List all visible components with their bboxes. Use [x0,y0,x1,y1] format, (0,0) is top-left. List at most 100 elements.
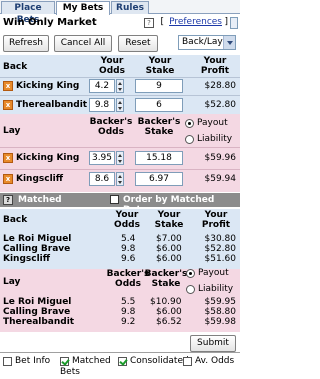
selection-name: Therealbandit [3,317,75,327]
stake-input[interactable]: 9 [135,79,183,93]
payout-radio-label: Payout [197,118,228,128]
lay-label: Lay [3,277,21,287]
market-title: Win Only Market [3,17,97,28]
selection-name: Calling Brave [3,307,71,317]
tab-rules[interactable]: Rules [111,1,149,14]
payout-radio-label: Payout [198,268,229,278]
payout-radio[interactable] [185,119,194,128]
reset-button[interactable]: Reset [118,35,158,52]
odds-stepper[interactable] [116,172,124,186]
stake-value: $6.00 [156,244,182,254]
selection-name: Calling Brave [3,244,71,254]
back-label: Back [3,62,28,72]
stake-input[interactable]: 6 [135,98,183,112]
stake-value: $6.52 [156,317,182,327]
col-your-profit: Your Profit [201,210,231,230]
col-your-odds: Your Odds [99,56,125,76]
stake-value: $6.00 [156,307,182,317]
profit-value: $59.95 [204,297,237,307]
order-by-matched-date-checkbox[interactable] [110,195,119,204]
odds-input[interactable]: 9.8 [89,98,115,112]
odds-value: 9.2 [121,317,136,327]
unmatched-lay-section: Lay Backer's Odds Backer's Stake Payout … [0,114,240,192]
bracket-open: [ [160,17,164,27]
selection-name: Kicking King [16,153,80,163]
stake-input[interactable]: 15.18 [135,151,183,165]
help-icon[interactable]: ? [144,18,154,28]
odds-input[interactable]: 4.2 [89,79,115,93]
col-backers-stake: Backer's Stake [144,269,188,289]
odds-stepper[interactable] [116,79,124,93]
scroll-up-arrow-icon[interactable] [230,17,238,29]
profit-value: $59.98 [204,317,237,327]
odds-value: 5.4 [121,234,136,244]
stake-input[interactable]: 6.97 [135,172,183,186]
back-label: Back [3,215,28,225]
odds-input[interactable]: 3.95 [89,151,115,165]
col-your-profit: Your Profit [200,56,230,76]
matched-bets-checkbox[interactable] [60,357,69,366]
odds-stepper[interactable] [116,151,124,165]
col-your-stake: Your Stake [154,210,184,230]
view-select-value: Back/Lay [182,37,223,47]
chevron-down-icon[interactable] [223,36,235,49]
profit-value: $30.80 [204,234,237,244]
profit-value: $58.80 [204,307,237,317]
tab-place-bets[interactable]: Place Bets [1,1,55,25]
matched-bets-label-2: Bets [60,367,80,377]
matched-label: Matched [18,195,62,205]
bracket-close: ] [224,17,228,27]
help-icon[interactable]: ? [3,195,13,205]
cancel-bet-icon[interactable]: x [3,153,13,163]
toolbar: Refresh Cancel All Reset Back/Lay [0,33,240,53]
cancel-bet-icon[interactable]: x [3,81,13,91]
profit-value: $51.60 [204,254,237,264]
consolidated-checkbox[interactable] [118,357,127,366]
av-odds-checkbox[interactable] [183,357,192,366]
selection-name: Le Roi Miguel [3,297,72,307]
bet-info-checkbox[interactable] [3,357,12,366]
selection-name: Le Roi Miguel [3,234,72,244]
odds-value: 9.6 [121,254,136,264]
tab-my-bets[interactable]: My Bets [56,1,110,15]
col-backers-stake: Backer's Stake [137,117,181,137]
cancel-bet-icon[interactable]: x [3,100,13,110]
market-header: Win Only Market ? [ Preferences ] [0,15,240,31]
selection-name: Therealbandit [16,100,88,110]
matched-lay-section: Lay Backer's Odds Backer's Stake Payout … [0,268,240,332]
consolidated-label: Consolidated [130,356,189,366]
refresh-button[interactable]: Refresh [3,35,49,52]
odds-stepper[interactable] [116,98,124,112]
profit-value: $28.80 [204,81,237,91]
profit-value: $59.94 [204,174,237,184]
payout-radio[interactable] [186,269,195,278]
liability-radio[interactable] [185,135,194,144]
submit-button[interactable]: Submit [190,335,236,352]
odds-input[interactable]: 8.6 [89,172,115,186]
odds-value: 5.5 [121,297,136,307]
selection-name: Kingscliff [3,254,51,264]
matched-back-section: Back Your Odds Your Stake Your Profit Le… [0,209,240,269]
footer-divider [0,352,240,353]
stake-value: $10.90 [150,297,182,307]
lay-label: Lay [3,126,21,136]
cancel-bet-icon[interactable]: x [3,174,13,184]
profit-value: $52.80 [204,100,237,110]
matched-bets-label-1: Matched [72,356,111,366]
selection-name: Kingscliff [16,174,64,184]
profit-value: $52.80 [204,244,237,254]
col-backers-odds: Backer's Odds [89,117,133,137]
av-odds-label: Av. Odds [195,356,235,366]
liability-radio-label: Liability [197,134,233,144]
stake-value: $7.00 [156,234,182,244]
profit-value: $59.96 [204,153,237,163]
matched-header-bar: ? Matched Order by Matched Date [0,193,240,215]
col-your-odds: Your Odds [114,210,140,230]
liability-radio-label: Liability [198,284,234,294]
bet-info-label: Bet Info [15,356,51,366]
preferences-link[interactable]: Preferences [169,17,222,27]
cancel-all-button[interactable]: Cancel All [54,35,112,52]
odds-value: 9.8 [121,307,136,317]
liability-radio[interactable] [186,285,195,294]
view-select[interactable]: Back/Lay [178,35,236,50]
